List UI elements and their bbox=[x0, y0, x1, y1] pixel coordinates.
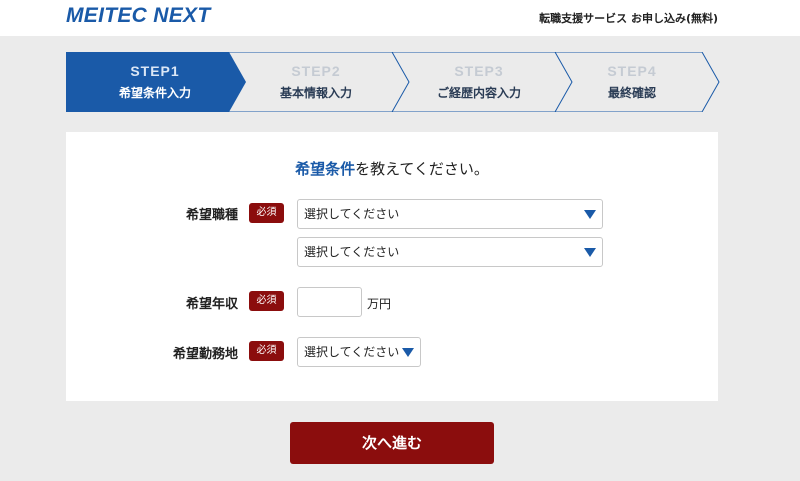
income-label: 希望年収 bbox=[185, 297, 238, 312]
step-1: STEP1 希望条件入力 bbox=[80, 52, 230, 112]
step-1-label: 希望条件入力 bbox=[118, 86, 191, 100]
location-label: 希望勤務地 bbox=[172, 347, 238, 362]
chevron-down-icon bbox=[584, 210, 596, 219]
job-type-select-2[interactable]: 選択してください bbox=[297, 237, 603, 267]
step-3-num: STEP3 bbox=[454, 63, 504, 79]
step-2-label: 基本情報入力 bbox=[279, 86, 352, 100]
step-indicator: STEP1 希望条件入力 STEP2 基本情報入力 STEP3 ご経歴内容入力 … bbox=[66, 52, 720, 112]
income-unit: 万円 bbox=[367, 297, 392, 311]
income-input[interactable] bbox=[297, 287, 362, 317]
job-type-select-2-value: 選択してください bbox=[304, 245, 400, 259]
next-button[interactable]: 次へ進む bbox=[290, 422, 494, 464]
logo[interactable]: MEITEC NEXT bbox=[66, 4, 210, 28]
form-title: 希望条件を教えてください。 bbox=[66, 158, 718, 179]
step-3-label: ご経歴内容入力 bbox=[436, 86, 521, 100]
location-required-badge: 必須 bbox=[249, 341, 284, 361]
step-4-num: STEP4 bbox=[607, 63, 657, 79]
chevron-down-icon bbox=[584, 248, 596, 257]
step-4-label: 最終確認 bbox=[607, 86, 656, 100]
location-select[interactable]: 選択してください bbox=[297, 337, 421, 367]
step-3: STEP3 ご経歴内容入力 bbox=[404, 52, 554, 112]
form-title-highlight: 希望条件 bbox=[295, 160, 356, 178]
chevron-down-icon bbox=[402, 348, 414, 357]
header-title: 転職支援サービス お申し込み(無料) bbox=[539, 12, 718, 25]
job-type-required-badge: 必須 bbox=[249, 203, 284, 223]
form-title-rest: を教えてください。 bbox=[355, 160, 489, 178]
location-select-value: 選択してください bbox=[304, 345, 400, 359]
step-2-num: STEP2 bbox=[291, 63, 341, 79]
job-type-label: 希望職種 bbox=[185, 208, 238, 223]
form-card: 希望条件を教えてください。 希望職種 必須 選択してください 選択してください … bbox=[66, 132, 718, 401]
income-required-badge: 必須 bbox=[249, 291, 284, 311]
job-type-select-1-value: 選択してください bbox=[304, 207, 400, 221]
step-4: STEP4 最終確認 bbox=[557, 52, 707, 112]
header: MEITEC NEXT 転職支援サービス お申し込み(無料) bbox=[0, 0, 800, 36]
job-type-select-1[interactable]: 選択してください bbox=[297, 199, 603, 229]
step-1-num: STEP1 bbox=[130, 63, 180, 79]
step-2: STEP2 基本情報入力 bbox=[241, 52, 391, 112]
